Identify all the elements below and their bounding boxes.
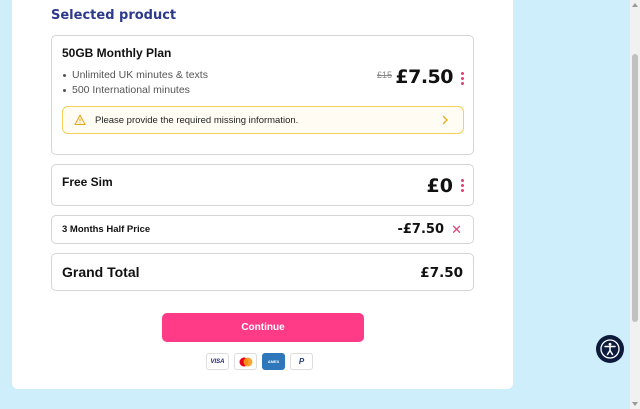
continue-button[interactable]: Continue — [162, 313, 364, 342]
grand-total-label: Grand Total — [62, 264, 140, 280]
plan-card: 50GB Monthly Plan Unlimited UK minutes &… — [51, 35, 474, 155]
plan-features: Unlimited UK minutes & texts 500 Interna… — [62, 68, 208, 98]
plan-old-price: £15 — [377, 70, 393, 80]
visa-icon: VISA — [206, 353, 229, 370]
chevron-right-icon — [442, 115, 448, 125]
plan-options-icon[interactable] — [461, 72, 464, 85]
missing-info-alert[interactable]: Please provide the required missing info… — [62, 106, 464, 134]
section-title: Selected product — [51, 8, 177, 23]
scroll-up-icon[interactable] — [632, 3, 638, 7]
promo-card: 3 Months Half Price -£7.50 ✕ — [51, 215, 474, 244]
grand-total-card: Grand Total £7.50 — [51, 253, 474, 291]
grand-total-value: £7.50 — [420, 265, 463, 281]
sim-name: Free Sim — [62, 175, 113, 189]
accessibility-icon — [600, 339, 620, 359]
scroll-down-icon[interactable] — [632, 402, 638, 406]
plan-feature: 500 International minutes — [62, 83, 208, 98]
sim-price: £0 — [426, 175, 453, 197]
plan-feature: Unlimited UK minutes & texts — [62, 68, 208, 83]
payment-methods: VISA AMEX P — [206, 353, 313, 370]
plan-name: 50GB Monthly Plan — [62, 46, 172, 60]
remove-promo-icon[interactable]: ✕ — [451, 223, 462, 236]
paypal-icon: P — [290, 353, 313, 370]
promo-name: 3 Months Half Price — [62, 224, 151, 235]
alert-message: Please provide the required missing info… — [95, 114, 299, 126]
amex-icon: AMEX — [262, 353, 285, 370]
scroll-thumb[interactable] — [632, 54, 638, 322]
page-scrollbar[interactable] — [630, 0, 640, 409]
plan-price: £7.50 — [395, 66, 453, 88]
sim-options-icon[interactable] — [461, 179, 464, 192]
mastercard-icon — [234, 353, 257, 370]
warning-icon — [74, 114, 86, 126]
accessibility-button[interactable] — [596, 335, 624, 363]
promo-amount: -£7.50 — [397, 222, 444, 237]
sim-card: Free Sim £0 — [51, 164, 474, 206]
